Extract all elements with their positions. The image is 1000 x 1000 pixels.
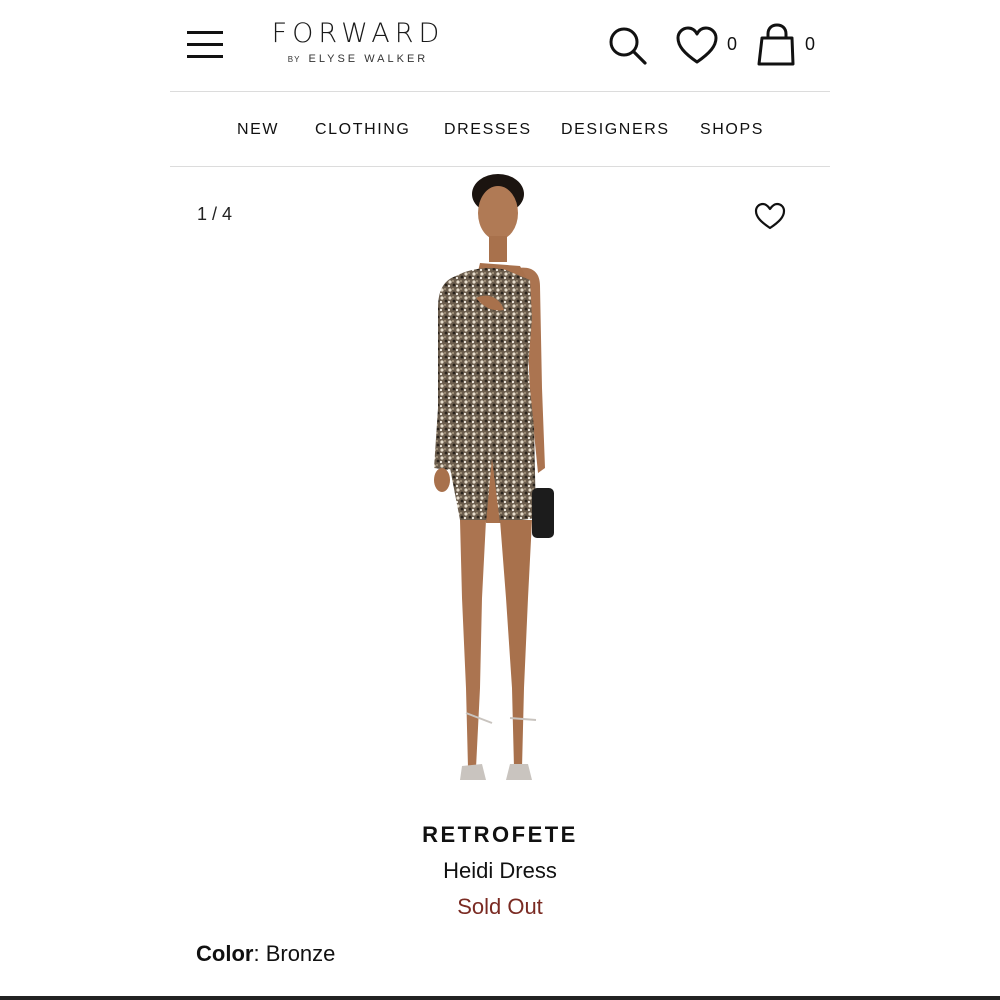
color-label: Color xyxy=(196,941,254,966)
nav-item-shops[interactable]: SHOPS xyxy=(700,121,764,139)
image-counter: 1 / 4 xyxy=(197,204,233,224)
nav-item-designers[interactable]: DESIGNERS xyxy=(561,121,670,139)
heart-icon xyxy=(676,26,718,64)
product-name: Heidi Dress xyxy=(443,858,557,883)
stock-status: Sold Out xyxy=(457,894,543,919)
logo-wordmark: FORWARD xyxy=(271,18,445,49)
color-value: Bronze xyxy=(265,941,336,966)
nav-item-dresses[interactable]: DRESSES xyxy=(444,121,532,139)
product-info: RETROFETE Heidi Dress Sold Out xyxy=(170,822,830,920)
color-selection: Color: Bronze xyxy=(196,941,336,966)
search-button[interactable] xyxy=(606,24,650,68)
nav-item-clothing[interactable]: CLOTHING xyxy=(315,121,410,139)
wishlist-button[interactable]: 0 xyxy=(675,24,747,68)
hamburger-menu-icon[interactable] xyxy=(187,30,225,60)
shopping-bag-button[interactable]: 0 xyxy=(755,22,821,68)
shopping-bag-icon xyxy=(757,23,795,66)
nav-item-new[interactable]: NEW xyxy=(237,121,279,139)
site-logo[interactable]: FORWARD BY ELYSE WALKER xyxy=(258,18,458,65)
logo-by: BY xyxy=(287,55,301,64)
product-brand[interactable]: RETROFETE xyxy=(170,822,830,848)
heart-icon xyxy=(754,202,786,230)
product-image-gallery[interactable]: 1 / 4 xyxy=(170,168,830,798)
site-header: FORWARD BY ELYSE WALKER 0 0 xyxy=(170,0,830,92)
product-photo[interactable] xyxy=(400,168,600,798)
logo-tagline: BY ELYSE WALKER xyxy=(258,53,458,65)
bag-count: 0 xyxy=(805,34,816,54)
wishlist-count: 0 xyxy=(727,34,738,54)
search-icon xyxy=(609,27,647,65)
add-to-wishlist-button[interactable] xyxy=(754,201,786,231)
bottom-divider xyxy=(0,996,1000,1000)
logo-sub-name: ELYSE WALKER xyxy=(308,53,429,65)
main-navigation: NEW CLOTHING DRESSES DESIGNERS SHOPS xyxy=(170,92,830,167)
